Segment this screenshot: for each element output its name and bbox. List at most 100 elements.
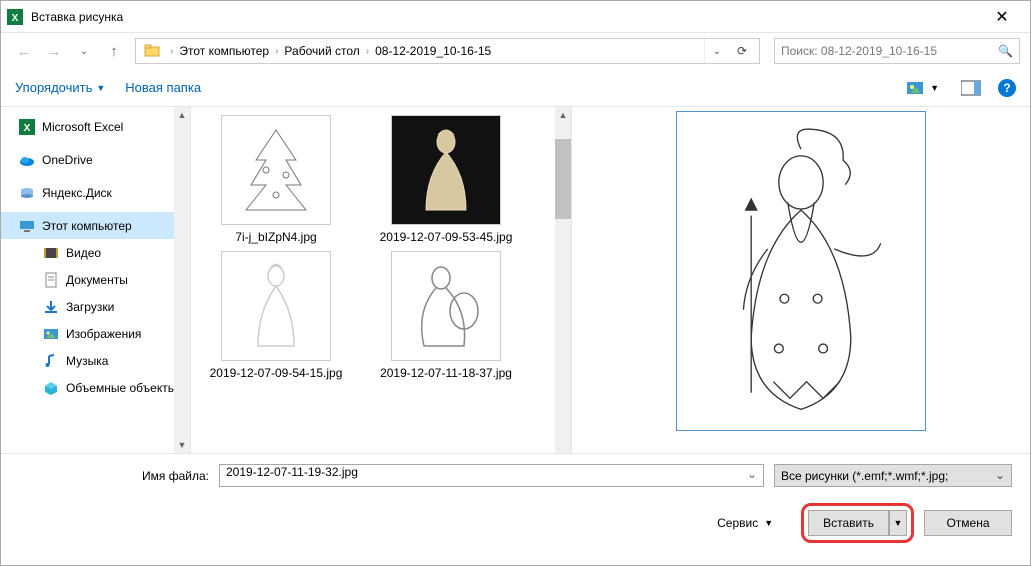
file-thumbnail — [221, 115, 331, 225]
titlebar: X Вставка рисунка ✕ — [1, 1, 1030, 33]
preview-pane-button[interactable] — [956, 77, 986, 99]
body: X Microsoft Excel OneDrive Яндекс.Диск Этот … — [1, 107, 1030, 453]
close-button[interactable]: ✕ — [982, 7, 1022, 27]
file-name: 2019-12-07-11-18-37.jpg — [367, 365, 525, 381]
chevron-down-icon: ▼ — [96, 83, 105, 93]
sidebar-item-label: OneDrive — [42, 153, 93, 167]
filetype-value: Все рисунки (*.emf;*.wmf;*.jpg; — [781, 469, 948, 483]
chevron-right-icon: › — [170, 46, 173, 57]
toolbar: Упорядочить ▼ Новая папка ▼ ? — [1, 69, 1030, 107]
file-thumbnail — [391, 115, 501, 225]
up-button[interactable]: ↑ — [101, 38, 127, 64]
search-icon: 🔍 — [998, 44, 1013, 58]
music-icon — [43, 353, 59, 369]
preview-pane — [571, 107, 1030, 453]
help-button[interactable]: ? — [998, 79, 1016, 97]
file-item[interactable]: 7i-j_bIZpN4.jpg — [191, 113, 361, 247]
file-item[interactable]: 2019-12-07-09-54-15.jpg — [191, 249, 361, 383]
search-placeholder: Поиск: 08-12-2019_10-16-15 — [781, 44, 937, 58]
sidebar-item-images[interactable]: Изображения — [1, 320, 190, 347]
app-icon: X — [7, 9, 23, 25]
service-menu[interactable]: Сервис ▼ — [717, 516, 773, 530]
filetype-select[interactable]: Все рисунки (*.emf;*.wmf;*.jpg; — [774, 464, 1012, 487]
sidebar-item-3d[interactable]: Объемные объекты — [1, 374, 190, 401]
file-thumbnail — [391, 251, 501, 361]
sidebar-item-video[interactable]: Видео — [1, 239, 190, 266]
sidebar-item-yadisk[interactable]: Яндекс.Диск — [1, 179, 190, 206]
sidebar-item-label: Яндекс.Диск — [42, 186, 112, 200]
chevron-down-icon: ▼ — [764, 518, 773, 528]
sidebar: X Microsoft Excel OneDrive Яндекс.Диск Этот … — [1, 107, 191, 453]
sidebar-item-label: Документы — [66, 273, 128, 287]
sidebar-item-music[interactable]: Музыка — [1, 347, 190, 374]
insert-dropdown[interactable]: ▼ — [889, 510, 907, 536]
sidebar-item-label: Объемные объекты — [66, 381, 176, 395]
scroll-up-icon[interactable]: ▲ — [174, 107, 190, 123]
insert-label: Вставить — [823, 516, 874, 530]
file-scrollbar[interactable]: ▲ — [555, 107, 571, 453]
file-item[interactable]: 2019-12-07-09-53-45.jpg — [361, 113, 531, 247]
crumb-mid[interactable]: Рабочий стол — [284, 44, 359, 58]
file-item[interactable]: 2019-12-07-11-18-37.jpg — [361, 249, 531, 383]
forward-button[interactable]: → — [41, 38, 67, 64]
chevron-right-icon: › — [366, 46, 369, 57]
refresh-button[interactable]: ⟳ — [729, 38, 755, 64]
sidebar-item-label: Музыка — [66, 354, 108, 368]
sidebar-item-docs[interactable]: Документы — [1, 266, 190, 293]
crumb-root[interactable]: Этот компьютер — [179, 44, 269, 58]
crumb-leaf[interactable]: 08-12-2019_10-16-15 — [375, 44, 491, 58]
sidebar-item-label: Microsoft Excel — [42, 120, 123, 134]
scroll-up-icon[interactable]: ▲ — [555, 107, 571, 123]
sidebar-item-label: Видео — [66, 246, 101, 260]
sidebar-item-downloads[interactable]: Загрузки — [1, 293, 190, 320]
navbar: ← → ⌄ ↑ › Этот компьютер › Рабочий стол … — [1, 33, 1030, 69]
cancel-label: Отмена — [946, 516, 989, 530]
chevron-right-icon: › — [275, 46, 278, 57]
breadcrumb[interactable]: › Этот компьютер › Рабочий стол › 08-12-… — [135, 38, 760, 64]
filename-value: 2019-12-07-11-19-32.jpg — [226, 465, 358, 479]
cancel-button[interactable]: Отмена — [924, 510, 1012, 536]
recent-dropdown[interactable]: ⌄ — [71, 38, 97, 64]
new-folder-button[interactable]: Новая папка — [125, 80, 201, 95]
yadisk-icon — [19, 185, 35, 201]
search-input[interactable]: Поиск: 08-12-2019_10-16-15 🔍 — [774, 38, 1020, 64]
onedrive-icon — [19, 152, 35, 168]
scrollbar-thumb[interactable] — [555, 139, 571, 219]
file-name: 2019-12-07-09-54-15.jpg — [197, 365, 355, 381]
svg-text:X: X — [12, 13, 19, 24]
organize-menu[interactable]: Упорядочить ▼ — [15, 80, 105, 95]
footer: Имя файла: 2019-12-07-11-19-32.jpg Все р… — [1, 453, 1030, 555]
excel-icon: X — [19, 119, 35, 135]
window-title: Вставка рисунка — [31, 10, 123, 24]
folder-icon — [144, 43, 160, 59]
filename-input[interactable]: 2019-12-07-11-19-32.jpg — [219, 464, 764, 487]
file-thumbnail — [221, 251, 331, 361]
video-icon — [43, 245, 59, 261]
sidebar-item-label: Этот компьютер — [42, 219, 132, 233]
svg-text:X: X — [24, 123, 31, 134]
scroll-down-icon[interactable]: ▼ — [174, 437, 190, 453]
insert-split-button[interactable]: Вставить ▼ — [808, 510, 907, 536]
pc-icon — [19, 218, 35, 234]
service-label: Сервис — [717, 516, 758, 530]
chevron-down-icon: ▼ — [930, 83, 939, 93]
insert-highlight: Вставить ▼ — [801, 503, 914, 543]
sidebar-item-excel[interactable]: X Microsoft Excel — [1, 113, 190, 140]
sidebar-scrollbar[interactable]: ▲ ▼ — [174, 107, 190, 453]
downloads-icon — [43, 299, 59, 315]
insert-button[interactable]: Вставить — [808, 510, 889, 536]
view-mode-button[interactable]: ▼ — [902, 77, 944, 99]
file-list-pane: 7i-j_bIZpN4.jpg 2019-12-07-09-53-45.jpg 20… — [191, 107, 571, 453]
new-folder-label: Новая папка — [125, 80, 201, 95]
images-icon — [43, 326, 59, 342]
file-name: 7i-j_bIZpN4.jpg — [197, 229, 355, 245]
back-button[interactable]: ← — [11, 38, 37, 64]
organize-label: Упорядочить — [15, 80, 92, 95]
filename-label: Имя файла: — [19, 469, 209, 483]
docs-icon — [43, 272, 59, 288]
sidebar-item-label: Изображения — [66, 327, 141, 341]
sidebar-item-label: Загрузки — [66, 300, 114, 314]
sidebar-item-pc[interactable]: Этот компьютер — [1, 212, 190, 239]
sidebar-item-onedrive[interactable]: OneDrive — [1, 146, 190, 173]
address-dropdown[interactable]: ⌄ — [704, 39, 729, 63]
